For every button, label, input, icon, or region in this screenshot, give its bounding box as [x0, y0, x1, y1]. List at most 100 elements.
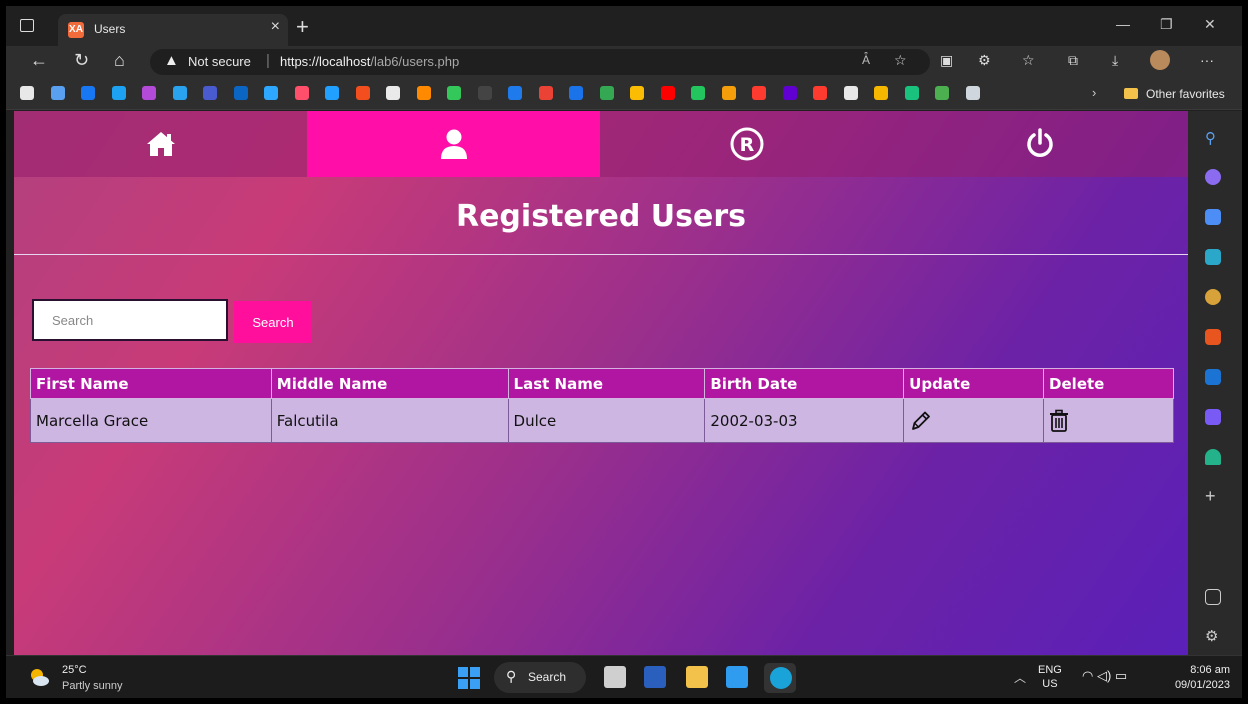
- users-table: First Name Middle Name Last Name Birth D…: [30, 368, 1174, 443]
- cell-middle-name: Falcutila: [270, 398, 509, 443]
- nav-register[interactable]: R: [600, 111, 893, 177]
- favorites-overflow-icon[interactable]: ›: [1092, 85, 1096, 100]
- favorite-site-icon[interactable]: [386, 86, 400, 100]
- nav-users[interactable]: [307, 111, 600, 177]
- col-update: Update: [903, 368, 1045, 399]
- nav-logout[interactable]: [893, 111, 1186, 177]
- lang-code: ENG: [1038, 664, 1062, 676]
- read-aloud-icon[interactable]: A͒: [862, 53, 870, 67]
- search-glass-icon: ⚲: [506, 668, 517, 684]
- favorite-site-icon[interactable]: [721, 86, 736, 100]
- tray-icons[interactable]: ◠ ◁) ▭: [1082, 668, 1127, 684]
- tree-icon[interactable]: [1205, 449, 1221, 465]
- trash-icon[interactable]: [1049, 409, 1069, 433]
- cell-birth-date: 2002-03-03: [704, 398, 905, 443]
- favorite-site-icon[interactable]: [20, 86, 34, 100]
- refresh-icon[interactable]: ↻: [74, 50, 89, 71]
- favorite-site-icon[interactable]: [325, 86, 339, 100]
- favorite-site-icon[interactable]: [752, 86, 766, 100]
- favorite-site-icon[interactable]: [813, 86, 827, 100]
- favorite-site-icon[interactable]: [477, 86, 492, 100]
- favorite-site-icon[interactable]: [599, 86, 614, 100]
- copilot-icon[interactable]: [1205, 169, 1221, 185]
- pencil-icon[interactable]: [909, 409, 931, 433]
- url-path: /lab6/users.php: [370, 54, 460, 69]
- favorite-site-icon[interactable]: [538, 86, 553, 100]
- home-browser-icon[interactable]: ⌂: [114, 50, 125, 71]
- designer-icon[interactable]: [1205, 409, 1221, 425]
- new-tab-button[interactable]: +: [296, 14, 309, 40]
- power-icon: [1026, 128, 1053, 157]
- downloads-icon[interactable]: ⤓: [1112, 52, 1118, 69]
- tools-icon[interactable]: [1205, 249, 1221, 265]
- back-icon[interactable]: ←: [30, 50, 48, 71]
- edge-icon[interactable]: [770, 667, 792, 689]
- browser-window: XA Users × + — ❐ ✕ ← ↻ ⌂ ▲ Not secure | …: [6, 6, 1242, 698]
- notion-icon[interactable]: ▣: [940, 52, 953, 69]
- other-favorites-link[interactable]: Other favorites: [1146, 87, 1225, 101]
- favorite-site-icon[interactable]: [691, 86, 705, 100]
- favorite-site-icon[interactable]: [447, 86, 461, 100]
- task-view-icon[interactable]: [604, 666, 626, 688]
- taskbar-search[interactable]: ⚲ Search: [494, 662, 586, 693]
- favorite-site-icon[interactable]: [630, 86, 644, 100]
- favorite-site-icon[interactable]: [904, 86, 919, 100]
- user-icon: [440, 129, 467, 159]
- tab-actions-icon[interactable]: [20, 19, 34, 32]
- minimize-icon[interactable]: —: [1116, 16, 1130, 32]
- col-last-name: Last Name: [507, 368, 706, 399]
- search-icon[interactable]: ⚲: [1205, 129, 1221, 147]
- tray-overflow-icon[interactable]: ︿: [1014, 669, 1026, 686]
- restore-icon[interactable]: ❐: [1160, 16, 1173, 33]
- favorite-site-icon[interactable]: [172, 86, 187, 100]
- add-icon[interactable]: +: [1205, 487, 1221, 505]
- favorites-icon[interactable]: ☆: [1022, 52, 1035, 69]
- favorite-site-icon[interactable]: [50, 86, 65, 100]
- settings-icon[interactable]: ⚙: [1205, 627, 1221, 645]
- file-explorer-icon[interactable]: [686, 666, 708, 688]
- favorite-site-icon[interactable]: [264, 86, 278, 100]
- people-icon[interactable]: [1205, 289, 1221, 305]
- office-icon[interactable]: [1205, 329, 1221, 345]
- nav-home[interactable]: [14, 111, 307, 177]
- url-text[interactable]: https://localhost/lab6/users.php: [280, 54, 459, 69]
- favorite-site-icon[interactable]: [782, 86, 797, 100]
- favorite-site-icon[interactable]: [843, 86, 858, 100]
- shopping-icon[interactable]: [1205, 209, 1221, 225]
- favorite-site-icon[interactable]: [294, 86, 309, 100]
- vscode-icon[interactable]: [726, 666, 748, 688]
- favorite-site-icon[interactable]: [233, 86, 248, 100]
- browser-tab[interactable]: XA Users ×: [58, 14, 288, 46]
- outlook-icon[interactable]: [1205, 369, 1221, 385]
- close-window-icon[interactable]: ✕: [1204, 16, 1216, 33]
- favorite-site-icon[interactable]: [508, 86, 522, 100]
- favorite-site-icon[interactable]: [81, 86, 95, 100]
- language-indicator[interactable]: ENG US: [1038, 663, 1062, 691]
- favorite-site-icon[interactable]: [660, 86, 675, 100]
- extensions-icon[interactable]: ⚙: [978, 52, 991, 69]
- start-icon[interactable]: [458, 667, 480, 689]
- address-bar[interactable]: ▲ Not secure | https://localhost/lab6/us…: [150, 49, 930, 75]
- warning-icon: ▲: [164, 52, 179, 69]
- split-screen-icon[interactable]: [1205, 589, 1221, 605]
- word-icon[interactable]: [644, 666, 666, 688]
- more-icon[interactable]: ···: [1200, 52, 1214, 68]
- favorite-site-icon[interactable]: [416, 86, 431, 100]
- collections-icon[interactable]: ⧉: [1068, 52, 1078, 69]
- favorite-site-icon[interactable]: [203, 86, 217, 100]
- search-button[interactable]: Search: [234, 301, 312, 343]
- add-favorite-icon[interactable]: ☆: [894, 52, 907, 69]
- clock[interactable]: 8:06 am 09/01/2023: [1175, 663, 1230, 693]
- favorite-site-icon[interactable]: [965, 86, 980, 100]
- favorite-site-icon[interactable]: [569, 86, 583, 100]
- tab-close-icon[interactable]: ×: [271, 18, 280, 36]
- favorite-site-icon[interactable]: [935, 86, 949, 100]
- address-separator: |: [266, 52, 270, 69]
- favorite-site-icon[interactable]: [111, 86, 126, 100]
- favorite-site-icon[interactable]: [142, 86, 156, 100]
- profile-avatar[interactable]: [1150, 50, 1170, 70]
- favorite-site-icon[interactable]: [355, 86, 370, 100]
- favorite-site-icon[interactable]: [874, 86, 888, 100]
- search-input[interactable]: [32, 299, 228, 341]
- partly-sunny-icon[interactable]: [28, 666, 50, 688]
